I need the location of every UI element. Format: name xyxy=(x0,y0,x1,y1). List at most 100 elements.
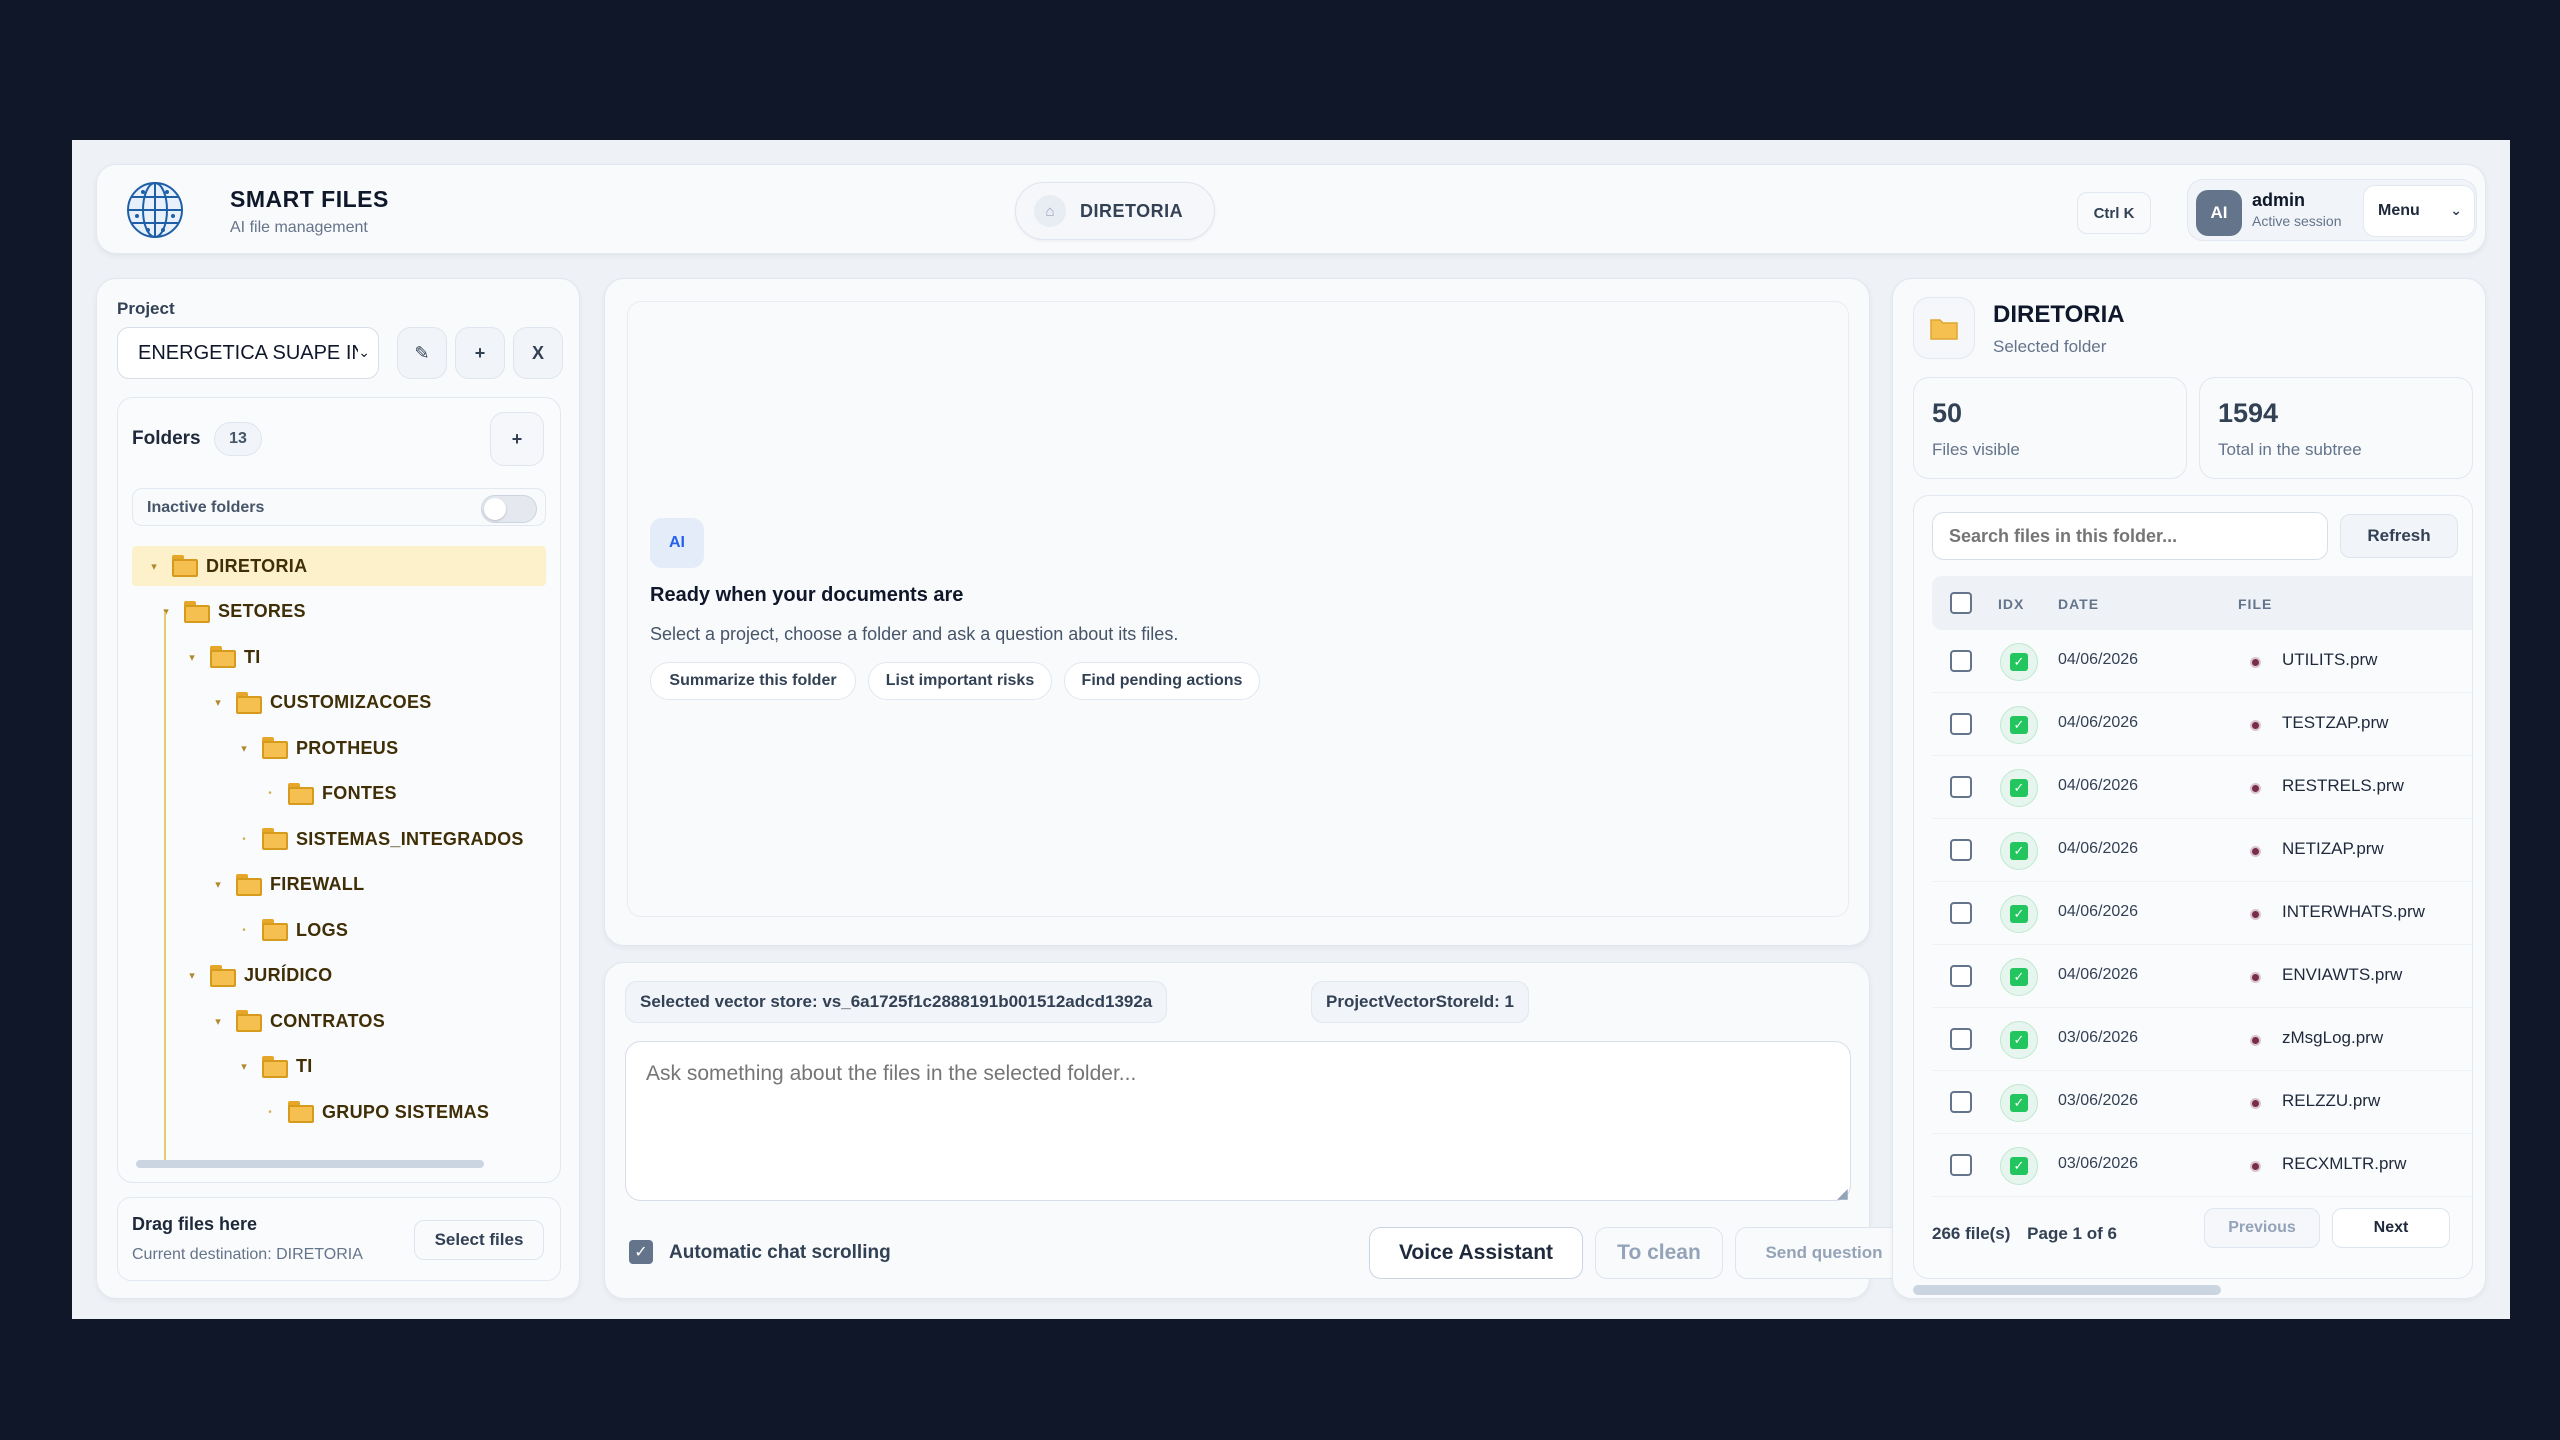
horizontal-scrollbar[interactable] xyxy=(136,1160,484,1168)
suggestion-risks[interactable]: List important risks xyxy=(868,662,1052,700)
clean-button[interactable]: To clean xyxy=(1595,1227,1723,1279)
file-name[interactable]: TESTZAP.prw xyxy=(2282,713,2388,733)
breadcrumb[interactable]: ⌂ DIRETORIA xyxy=(1015,182,1215,240)
row-checkbox[interactable] xyxy=(1950,1154,1972,1176)
table-body: ✓ 04/06/2026 UTILITS.prw ✓ 04/06/2026 TESTZAP… xyxy=(1932,630,2472,1206)
remove-project-button[interactable]: X xyxy=(513,327,563,379)
auto-scroll-checkbox[interactable]: ✓ xyxy=(629,1240,653,1264)
folder-item[interactable]: ▾ CONTRATOS xyxy=(210,1001,385,1041)
file-name[interactable]: ENVIAWTS.prw xyxy=(2282,965,2402,985)
row-checkbox[interactable] xyxy=(1950,839,1972,861)
check-icon: ✓ xyxy=(2010,653,2028,671)
file-name[interactable]: RESTRELS.prw xyxy=(2282,776,2404,796)
check-icon: ✓ xyxy=(2010,1031,2028,1049)
file-name[interactable]: UTILITS.prw xyxy=(2282,650,2377,670)
select-all-checkbox[interactable] xyxy=(1950,592,1972,614)
folder-item[interactable]: ▾ SETORES xyxy=(158,592,306,632)
table-row[interactable]: ✓ 04/06/2026 RESTRELS.prw xyxy=(1932,756,2472,819)
indexed-status-icon: ✓ xyxy=(2000,769,2038,807)
file-name[interactable]: NETIZAP.prw xyxy=(2282,839,2384,859)
file-name[interactable]: INTERWHATS.prw xyxy=(2282,902,2425,922)
folder-item[interactable]: • LOGS xyxy=(236,910,348,950)
question-panel: Selected vector store: vs_6a1725f1c28881… xyxy=(604,962,1913,1299)
vector-store-tag: Selected vector store: vs_6a1725f1c28881… xyxy=(625,981,1168,1023)
caret-down-icon[interactable]: ▾ xyxy=(146,560,162,573)
edit-project-button[interactable]: ✎ xyxy=(397,327,447,379)
table-row[interactable]: ✓ 04/06/2026 NETIZAP.prw xyxy=(1932,819,2472,882)
caret-down-icon[interactable]: ▾ xyxy=(210,878,226,891)
row-checkbox[interactable] xyxy=(1950,1091,1972,1113)
caret-down-icon[interactable]: ▾ xyxy=(184,651,200,664)
table-row[interactable]: ✓ 04/06/2026 ENVIAWTS.prw xyxy=(1932,945,2472,1008)
plus-icon: + xyxy=(511,428,523,449)
caret-down-icon[interactable]: ▾ xyxy=(236,1060,252,1073)
table-row[interactable]: ✓ 03/06/2026 RELZZU.prw xyxy=(1932,1071,2472,1134)
file-type-icon xyxy=(2250,657,2261,668)
row-checkbox[interactable] xyxy=(1950,965,1972,987)
next-page-button[interactable]: Next xyxy=(2332,1208,2450,1248)
table-row[interactable]: ✓ 04/06/2026 INTERWHATS.prw xyxy=(1932,882,2472,945)
app-frame: SMART FILES AI file management ⌂ DIRETOR… xyxy=(72,140,2510,1319)
folder-item[interactable]: ▾ DIRETORIA xyxy=(132,546,546,586)
folder-icon xyxy=(236,873,262,896)
send-question-button[interactable]: Send question xyxy=(1735,1227,1913,1279)
previous-page-button[interactable]: Previous xyxy=(2204,1208,2320,1248)
folder-item[interactable]: ▾ FIREWALL xyxy=(210,865,364,905)
folder-item[interactable]: • SISTEMAS_INTEGRADOS xyxy=(236,819,524,859)
table-row[interactable]: ✓ 03/06/2026 RECXMLTR.prw xyxy=(1932,1134,2472,1197)
stat-label: Total in the subtree xyxy=(2218,440,2362,459)
caret-down-icon[interactable]: ▾ xyxy=(210,696,226,709)
folder-item[interactable]: ▾ CUSTOMIZACOES xyxy=(210,683,432,723)
voice-assistant-button[interactable]: Voice Assistant xyxy=(1369,1227,1583,1279)
refresh-button[interactable]: Refresh xyxy=(2340,514,2458,558)
folder-name: PROTHEUS xyxy=(296,737,399,758)
horizontal-scrollbar[interactable] xyxy=(1913,1285,2221,1295)
folder-icon xyxy=(184,600,210,623)
row-checkbox[interactable] xyxy=(1950,776,1972,798)
folder-name: FIREWALL xyxy=(270,874,365,894)
chevron-down-icon: ⌄ xyxy=(358,344,370,361)
indexed-status-icon: ✓ xyxy=(2000,643,2038,681)
row-checkbox[interactable] xyxy=(1950,650,1972,672)
inactive-folders-toggle[interactable] xyxy=(481,495,537,523)
project-label: Project xyxy=(117,299,175,318)
table-row[interactable]: ✓ 04/06/2026 UTILITS.prw xyxy=(1932,630,2472,693)
indexed-status-icon: ✓ xyxy=(2000,895,2038,933)
add-project-button[interactable]: + xyxy=(455,327,505,379)
project-select[interactable]: ENERGETICA SUAPE IN ⌄ xyxy=(117,327,379,379)
row-checkbox[interactable] xyxy=(1950,713,1972,735)
row-checkbox[interactable] xyxy=(1950,1028,1972,1050)
caret-down-icon[interactable]: ▾ xyxy=(184,969,200,982)
folder-item[interactable]: ▾ TI xyxy=(236,1047,313,1087)
folder-item[interactable]: • GRUPO SISTEMAS xyxy=(262,1092,489,1132)
add-folder-button[interactable]: + xyxy=(490,412,544,466)
folder-item[interactable]: • FONTES xyxy=(262,774,397,814)
caret-down-icon[interactable]: ▾ xyxy=(158,605,174,618)
file-dropzone[interactable]: Drag files here Current destination: DIR… xyxy=(117,1197,561,1281)
folder-item[interactable]: ▾ TI xyxy=(184,637,261,677)
command-palette-shortcut[interactable]: Ctrl K xyxy=(2077,192,2151,234)
table-row[interactable]: ✓ 03/06/2026 zMsgLog.prw xyxy=(1932,1008,2472,1071)
caret-down-icon[interactable]: ▾ xyxy=(210,1015,226,1028)
bullet-icon: • xyxy=(242,924,246,936)
row-checkbox[interactable] xyxy=(1950,902,1972,924)
user-session-status: Active session xyxy=(2252,213,2342,229)
file-name[interactable]: RELZZU.prw xyxy=(2282,1091,2380,1111)
menu-dropdown[interactable]: Menu ⌄ xyxy=(2363,185,2475,237)
folder-item[interactable]: ▾ PROTHEUS xyxy=(236,728,398,768)
suggestion-pending[interactable]: Find pending actions xyxy=(1064,662,1260,700)
file-date: 04/06/2026 xyxy=(2058,714,2139,731)
file-type-icon xyxy=(2250,972,2261,983)
file-name[interactable]: zMsgLog.prw xyxy=(2282,1028,2383,1048)
caret-down-icon[interactable]: ▾ xyxy=(236,742,252,755)
folder-icon xyxy=(288,782,314,805)
resize-handle-icon[interactable]: ◢ xyxy=(1837,1185,1848,1202)
question-input[interactable] xyxy=(625,1041,1851,1201)
suggestion-summarize[interactable]: Summarize this folder xyxy=(650,662,856,700)
dropzone-title: Drag files here xyxy=(132,1214,258,1234)
folder-item[interactable]: ▾ JURÍDICO xyxy=(184,956,332,996)
select-files-button[interactable]: Select files xyxy=(414,1220,544,1260)
table-row[interactable]: ✓ 04/06/2026 TESTZAP.prw xyxy=(1932,693,2472,756)
file-name[interactable]: RECXMLTR.prw xyxy=(2282,1154,2406,1174)
file-search-input[interactable] xyxy=(1932,512,2328,560)
